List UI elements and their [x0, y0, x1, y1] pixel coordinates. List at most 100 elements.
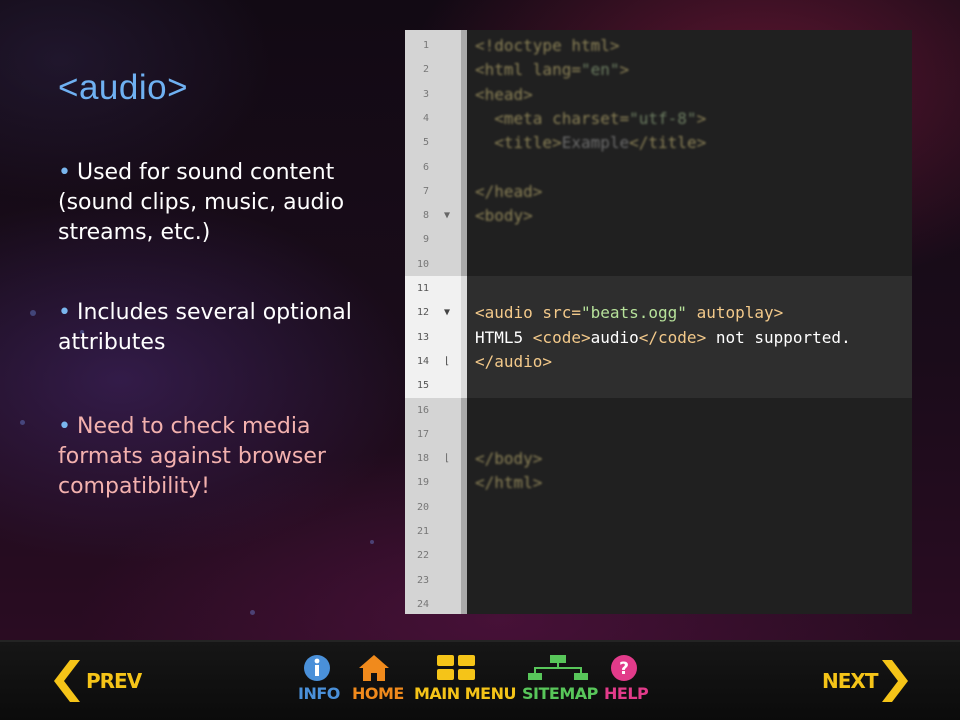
fold-arrow-icon: ▼ [443, 307, 451, 319]
bullet-list: • Used for sound content (sound clips, mu… [58, 158, 358, 552]
code-text: HTML5 <code>audio</code> not supported. [475, 327, 851, 347]
code-text: <meta charset="utf-8"> [494, 108, 707, 128]
code-line: 23 [405, 569, 912, 593]
line-number: 18 [416, 453, 429, 465]
info-label: INFO [298, 684, 340, 703]
slide-background: <audio> • Used for sound content (sound c… [0, 0, 960, 640]
line-number: 7 [422, 185, 429, 197]
line-number: 13 [416, 331, 429, 343]
code-line: 2 <html lang="en"> [405, 58, 912, 82]
line-number: 19 [416, 477, 429, 489]
code-line: 17 [405, 423, 912, 447]
code-line: 4 <meta charset="utf-8"> [405, 107, 912, 131]
code-line: 7 </head> [405, 180, 912, 204]
prev-button[interactable]: PREV [50, 656, 150, 706]
fold-end-icon: ⌊ [443, 355, 451, 367]
code-text: <html lang="en"> [475, 60, 630, 80]
bokeh-sparkle [250, 610, 255, 615]
line-number: 15 [416, 380, 429, 392]
svg-text:?: ? [619, 659, 629, 679]
code-line: 15 [405, 374, 912, 398]
code-line: 6 [405, 156, 912, 180]
code-line: 10 [405, 253, 912, 277]
code-line: 12 ▼ <audio src="beats.ogg" autoplay> [405, 301, 912, 325]
navigation-bar: PREV INFO HOME MAIN MENU SITEMAP ? HELP … [0, 640, 960, 720]
code-line: 14 ⌊ </audio> [405, 350, 912, 374]
code-line: 13 HTML5 <code>audio</code> not supported… [405, 326, 912, 350]
code-line: 8 ▼ <body> [405, 204, 912, 228]
code-line: 5 <title>Example</title> [405, 131, 912, 155]
code-line: 9 [405, 228, 912, 252]
line-number: 2 [422, 64, 429, 76]
home-label: HOME [352, 684, 404, 703]
line-number: 5 [422, 137, 429, 149]
code-line: 19 </html> [405, 471, 912, 495]
line-number: 11 [416, 283, 429, 294]
bullet-text: Includes several optional attributes [58, 300, 352, 355]
bullet-text: Used for sound content (sound clips, mus… [58, 160, 345, 245]
next-arrow-icon [882, 660, 908, 702]
bullet-item: • Includes several optional attributes [58, 298, 358, 358]
line-number: 3 [422, 88, 429, 100]
code-text: </head> [475, 181, 543, 201]
code-line: 24 [405, 593, 912, 614]
main-menu-grid-icon [437, 655, 475, 680]
line-number: 1 [422, 40, 429, 51]
main-menu-button[interactable]: MAIN MENU [414, 654, 516, 714]
code-line: 1 <!doctype html> [405, 34, 912, 58]
line-number: 4 [422, 112, 429, 124]
bokeh-sparkle [370, 540, 374, 544]
info-icon [304, 655, 330, 681]
bullet-dot-icon: • [58, 414, 71, 439]
line-number: 9 [422, 234, 429, 246]
code-text: <head> [475, 84, 533, 104]
code-line: 21 [405, 520, 912, 544]
line-number: 14 [416, 355, 429, 367]
line-number: 16 [416, 404, 429, 416]
info-button[interactable]: INFO [298, 654, 340, 714]
bullet-item-warning: • Need to check media formats against bro… [58, 412, 358, 502]
bullet-dot-icon: • [58, 300, 71, 325]
line-number: 21 [416, 526, 429, 537]
fold-end-icon: ⌊ [443, 453, 451, 465]
bullet-text: Need to check media formats against brow… [58, 414, 326, 499]
next-label: NEXT [822, 669, 878, 693]
line-number: 6 [422, 161, 429, 173]
code-line: 11 [405, 277, 912, 301]
code-editor-screenshot: 1 <!doctype html> 2 <html lang="en"> 3 <head>… [405, 30, 912, 614]
bullet-dot-icon: • [58, 160, 71, 185]
line-number: 20 [416, 501, 429, 513]
code-text: <title>Example</title> [494, 133, 707, 153]
bokeh-sparkle [30, 310, 36, 316]
main-menu-label: MAIN MENU [414, 684, 516, 703]
line-number: 24 [416, 598, 429, 610]
line-number: 23 [416, 574, 429, 586]
code-text: <body> [475, 206, 533, 226]
next-button[interactable]: NEXT [822, 656, 912, 706]
code-text: </html> [475, 473, 543, 493]
code-text: </audio> [475, 351, 553, 371]
line-number: 17 [416, 428, 429, 440]
fold-arrow-icon: ▼ [443, 210, 451, 222]
line-number: 8 [422, 210, 429, 222]
code-line: 20 [405, 496, 912, 520]
sitemap-label: SITEMAP [522, 684, 598, 703]
code-text: </body> [475, 449, 543, 469]
code-line: 16 [405, 399, 912, 423]
home-icon [359, 655, 389, 681]
code-text: <!doctype html> [475, 36, 620, 55]
slide-title: <audio> [58, 68, 189, 107]
help-icon: ? [611, 655, 637, 681]
code-line: 3 <head> [405, 83, 912, 107]
line-number: 12 [416, 307, 429, 319]
line-number: 22 [416, 550, 429, 562]
prev-arrow-icon [54, 660, 80, 702]
code-line: 22 [405, 544, 912, 568]
prev-label: PREV [86, 669, 142, 693]
bullet-item: • Used for sound content (sound clips, mu… [58, 158, 358, 248]
help-button[interactable]: ? HELP [604, 654, 649, 714]
sitemap-button[interactable]: SITEMAP [522, 654, 598, 714]
home-button[interactable]: HOME [352, 654, 404, 714]
bokeh-sparkle [20, 420, 25, 425]
line-number: 10 [416, 258, 429, 270]
